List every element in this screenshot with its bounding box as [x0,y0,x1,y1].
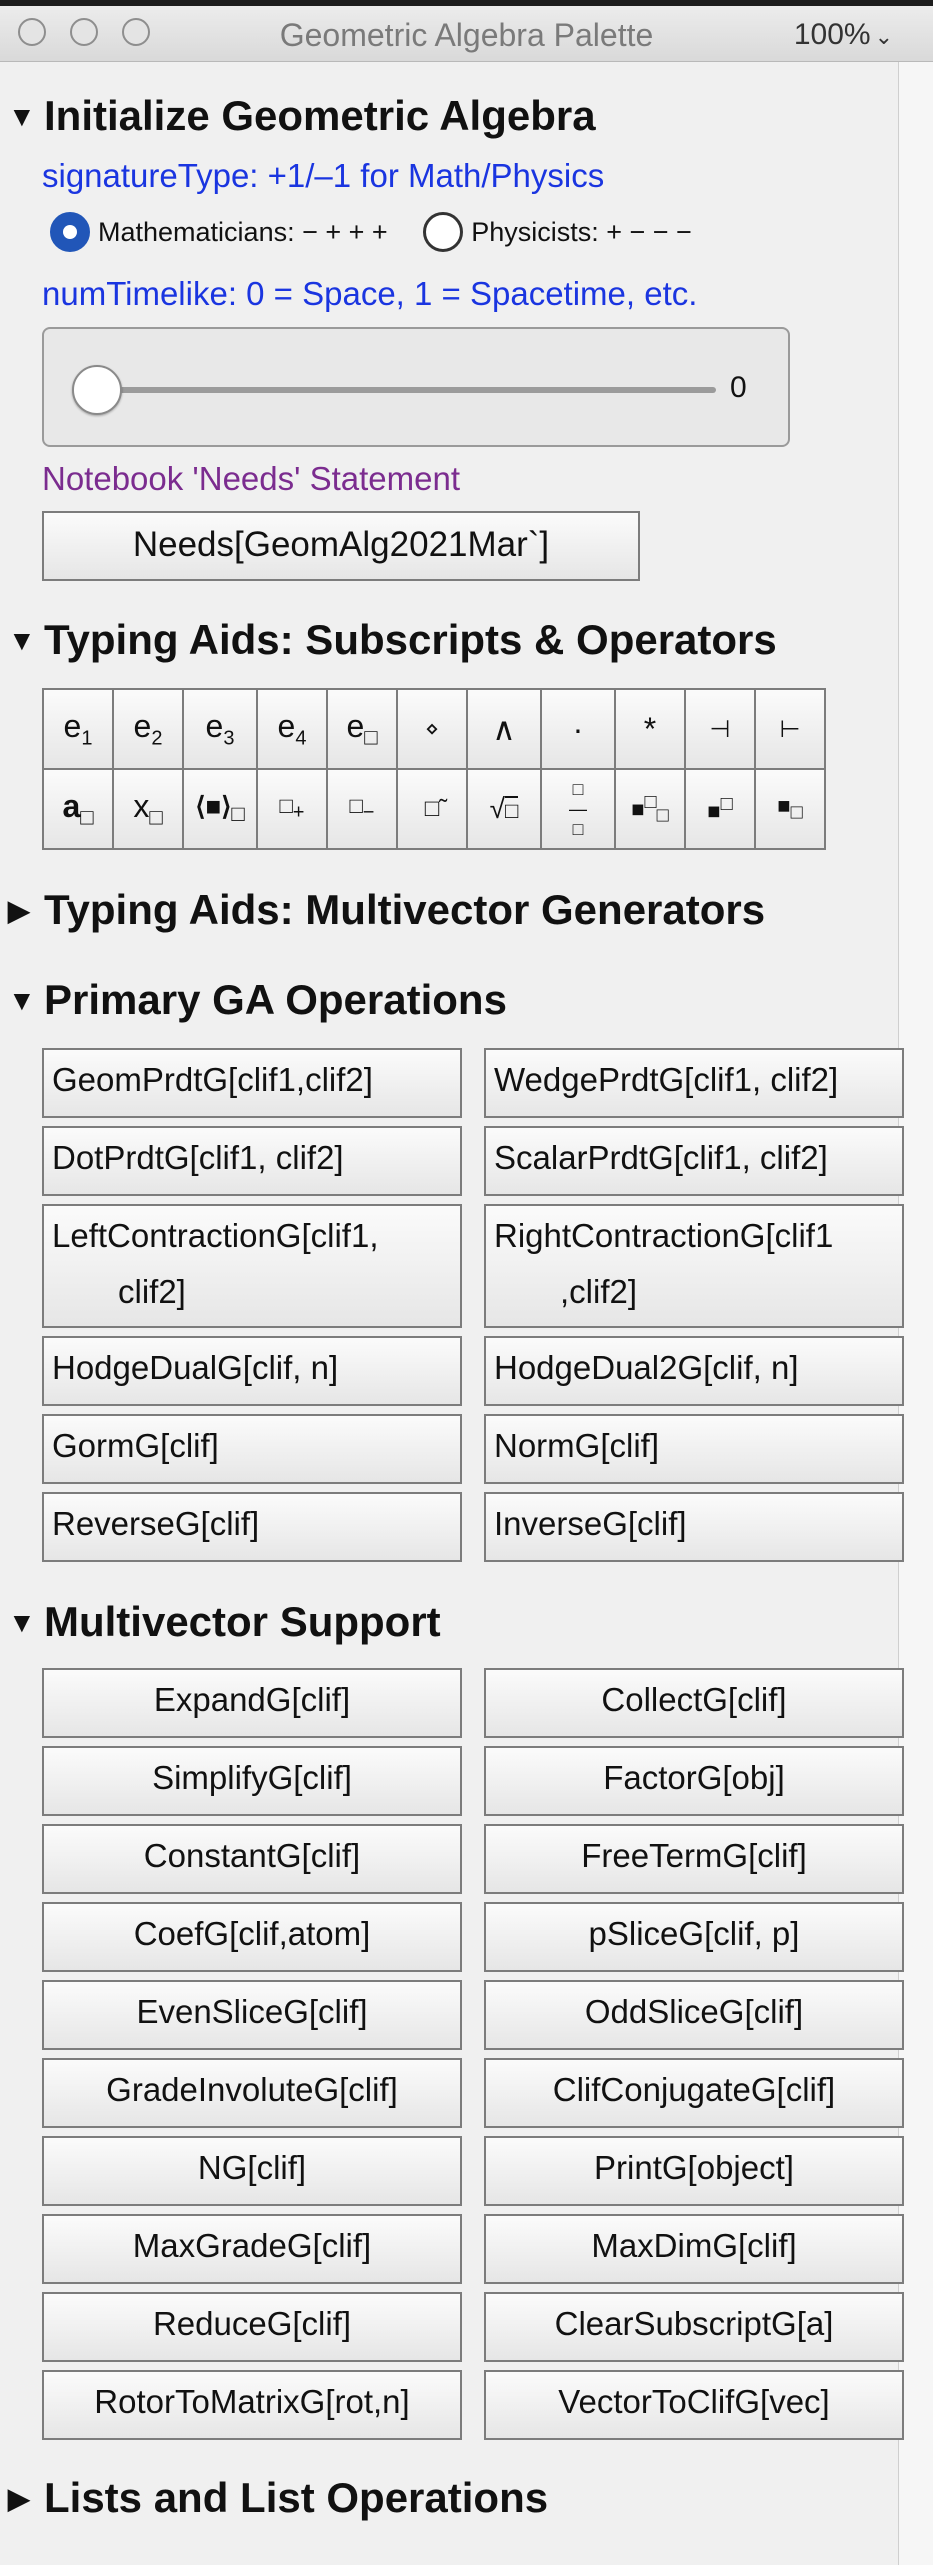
tilde-button[interactable]: □̃ [396,768,468,850]
norm-button[interactable]: NormG[clif] [484,1414,904,1484]
scalarprdt-button[interactable]: ScalarPrdtG[clif1, clif2] [484,1126,904,1196]
rightcontraction-line1: RightContractionG[clif1 [494,1217,834,1254]
wedgeprdt-button[interactable]: WedgePrdtG[clif1, clif2] [484,1048,904,1118]
leftcontraction-line1: LeftContractionG[clif1, [52,1217,379,1254]
reverse-button[interactable]: ReverseG[clif] [42,1492,462,1562]
vectortoclif-button[interactable]: VectorToClifG[vec] [484,2370,904,2440]
clifconjugate-button[interactable]: ClifConjugateG[clif] [484,2058,904,2128]
expanded-triangle-icon: ▼ [8,984,36,1016]
radio-mathematicians[interactable] [50,212,90,252]
title-bar: Geometric Algebra Palette 100% ⌄ [0,0,933,62]
leftcontraction-line2: clif2] [118,1273,186,1310]
diamond-operator-button[interactable]: ⋄ [396,688,468,770]
collapsed-triangle-icon: ▶ [8,2482,30,2514]
chevron-down-icon: ⌄ [874,24,893,49]
oddslice-button[interactable]: OddSliceG[clif] [484,1980,904,2050]
right-contraction-operator-button[interactable]: ⊢ [754,688,826,770]
section-typing-aids[interactable]: ▼ Typing Aids: Subscripts & Operators [8,616,777,667]
e3-button[interactable]: e3 [182,688,258,770]
expanded-triangle-icon: ▼ [8,100,36,132]
grade-projection-button[interactable]: ⟨■⟩□ [182,768,258,850]
num-timelike-label: numTimelike: 0 = Space, 1 = Spacetime, e… [42,275,698,312]
collect-button[interactable]: CollectG[clif] [484,1668,904,1738]
maxgrade-button[interactable]: MaxGradeG[clif] [42,2214,462,2284]
plus-subscript-button[interactable]: □+ [256,768,328,850]
zoom-level: 100% [793,18,871,51]
section-multivector-support[interactable]: ▼ Multivector Support [8,1598,441,1649]
dotprdt-button[interactable]: DotPrdtG[clif1, clif2] [42,1126,462,1196]
radio-mathematicians-label: Mathematicians: − + + + [98,217,388,248]
rightcontraction-line2: ,clif2] [560,1273,638,1310]
section-generators-title: Typing Aids: Multivector Generators [44,886,766,933]
coef-button[interactable]: CoefG[clif,atom] [42,1902,462,1972]
freeterm-button[interactable]: FreeTermG[clif] [484,1824,904,1894]
section-multivector-support-title: Multivector Support [44,1598,441,1645]
section-lists-title: Lists and List Operations [44,2474,549,2521]
factor-button[interactable]: FactorG[obj] [484,1746,904,1816]
x-subscript-button[interactable]: x□ [112,768,184,850]
e2-button[interactable]: e2 [112,688,184,770]
evenslice-button[interactable]: EvenSliceG[clif] [42,1980,462,2050]
e-subscript-button[interactable]: e□ [326,688,398,770]
hodgedual2-button[interactable]: HodgeDual2G[clif, n] [484,1336,904,1406]
maxdim-button[interactable]: MaxDimG[clif] [484,2214,904,2284]
radio-physicists-label: Physicists: + − − − [471,217,692,248]
rightcontraction-button[interactable]: RightContractionG[clif1 ,clif2] [484,1204,904,1328]
slider-track[interactable] [106,387,716,393]
superscript-button[interactable]: ■□ [684,768,756,850]
signature-type-label: signatureType: +1/–1 for Math/Physics [42,157,605,194]
expanded-triangle-icon: ▼ [8,624,36,656]
gradeinvolute-button[interactable]: GradeInvoluteG[clif] [42,2058,462,2128]
e1-button[interactable]: e1 [42,688,114,770]
subscript-button[interactable]: ■□ [754,768,826,850]
a-subscript-button[interactable]: a□ [42,768,114,850]
ng-button[interactable]: NG[clif] [42,2136,462,2206]
section-primary-ops[interactable]: ▼ Primary GA Operations [8,976,507,1027]
slider-value: 0 [730,371,747,404]
leftcontraction-button[interactable]: LeftContractionG[clif1, clif2] [42,1204,462,1328]
needs-statement-label: Notebook 'Needs' Statement [42,460,461,497]
expanded-triangle-icon: ▼ [8,1606,36,1638]
geomprdt-button[interactable]: GeomPrdtG[clif1,clif2] [42,1048,462,1118]
section-lists[interactable]: ▶ Lists and List Operations [8,2474,548,2525]
star-operator-button[interactable]: * [614,688,686,770]
section-generators[interactable]: ▶ Typing Aids: Multivector Generators [8,886,765,937]
needs-button[interactable]: Needs[GeomAlg2021Mar`] [42,511,640,581]
clearsubscript-button[interactable]: ClearSubscriptG[a] [484,2292,904,2362]
fraction-button[interactable]: □ — □ [540,768,616,850]
pslice-button[interactable]: pSliceG[clif, p] [484,1902,904,1972]
slider-knob[interactable] [72,365,122,415]
constant-button[interactable]: ConstantG[clif] [42,1824,462,1894]
sqrt-button[interactable]: √□ [466,768,542,850]
radio-physicists[interactable] [423,212,464,252]
section-primary-ops-title: Primary GA Operations [44,976,507,1023]
wedge-operator-button[interactable]: ∧ [466,688,542,770]
print-button[interactable]: PrintG[object] [484,2136,904,2206]
section-initialize[interactable]: ▼ Initialize Geometric Algebra [8,92,596,143]
e4-button[interactable]: e4 [256,688,328,770]
inverse-button[interactable]: InverseG[clif] [484,1492,904,1562]
signature-radio-group: Mathematicians: − + + + Physicists: + − … [50,212,692,254]
rotortomatrix-button[interactable]: RotorToMatrixG[rot,n] [42,2370,462,2440]
collapsed-triangle-icon: ▶ [8,894,30,926]
hodgedual-button[interactable]: HodgeDualG[clif, n] [42,1336,462,1406]
reduce-button[interactable]: ReduceG[clif] [42,2292,462,2362]
sub-superscript-button[interactable]: ■□□ [614,768,686,850]
typing-aids-grid: e1 e2 e3 e4 e□ ⋄ ∧ · * ⊣ ⊢ a□ x□ ⟨■⟩□ □+… [42,688,826,850]
section-typing-aids-title: Typing Aids: Subscripts & Operators [44,616,777,663]
zoom-dropdown[interactable]: 100% ⌄ [794,18,893,54]
simplify-button[interactable]: SimplifyG[clif] [42,1746,462,1816]
gorm-button[interactable]: GormG[clif] [42,1414,462,1484]
minus-subscript-button[interactable]: □− [326,768,398,850]
dot-operator-button[interactable]: · [540,688,616,770]
section-initialize-title: Initialize Geometric Algebra [44,92,596,139]
left-contraction-operator-button[interactable]: ⊣ [684,688,756,770]
num-timelike-slider-panel: 0 [42,327,790,447]
expand-button[interactable]: ExpandG[clif] [42,1668,462,1738]
